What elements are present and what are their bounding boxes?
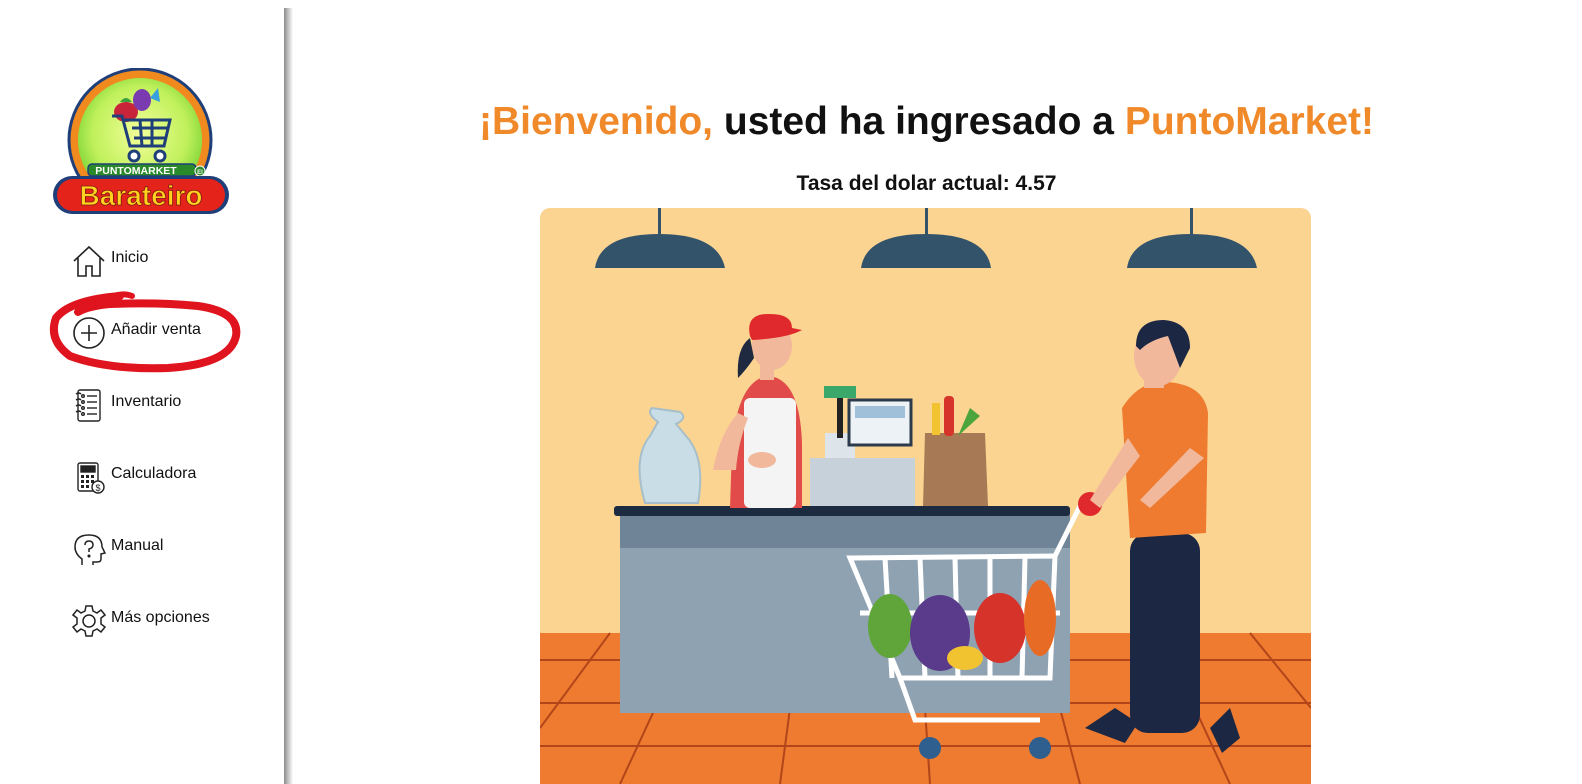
- sidebar: PUNTOMARKET El Barateiro Inicio Añadir v…: [0, 0, 285, 784]
- hero-illustration: [540, 208, 1311, 784]
- sidebar-item-anadir-venta[interactable]: Añadir venta: [72, 316, 201, 350]
- sidebar-item-label: Calculadora: [111, 465, 197, 482]
- welcome-middle: usted ha ingresado a: [713, 100, 1125, 143]
- plus-circle-icon: [72, 316, 106, 350]
- svg-text:$: $: [95, 483, 100, 493]
- help-head-icon: [72, 532, 106, 566]
- welcome-brand: PuntoMarket!: [1124, 100, 1374, 143]
- exchange-rate-text: Tasa del dolar actual: 4.57: [796, 172, 1057, 195]
- calculator-icon: $: [72, 460, 106, 494]
- sidebar-divider: [284, 8, 293, 784]
- logo-badge-text: El: [197, 170, 203, 176]
- sidebar-item-mas-opciones[interactable]: Más opciones: [72, 604, 210, 638]
- main-content: ¡Bienvenido, usted ha ingresado a PuntoM…: [293, 0, 1582, 784]
- sidebar-item-label: Inventario: [111, 393, 182, 410]
- sidebar-item-label: Añadir venta: [111, 321, 201, 338]
- sidebar-item-label: Más opciones: [111, 609, 210, 626]
- sidebar-item-inventario[interactable]: Inventario: [72, 388, 181, 422]
- sidebar-item-label: Manual: [111, 537, 164, 554]
- logo-main-text: Barateiro: [80, 180, 203, 211]
- home-icon: [72, 244, 106, 278]
- sidebar-item-inicio[interactable]: Inicio: [72, 244, 148, 278]
- checklist-icon: [72, 388, 106, 422]
- sidebar-item-label: Inicio: [111, 249, 149, 266]
- sidebar-item-manual[interactable]: Manual: [72, 532, 163, 566]
- welcome-greeting: ¡Bienvenido,: [479, 100, 714, 143]
- sidebar-item-calculadora[interactable]: $ Calculadora: [72, 460, 196, 494]
- brand-logo[interactable]: PUNTOMARKET El Barateiro: [50, 67, 232, 218]
- gear-icon: [72, 604, 106, 638]
- welcome-heading: ¡Bienvenido, usted ha ingresado a PuntoM…: [293, 100, 1560, 144]
- logo-top-text: PUNTOMARKET: [95, 165, 177, 177]
